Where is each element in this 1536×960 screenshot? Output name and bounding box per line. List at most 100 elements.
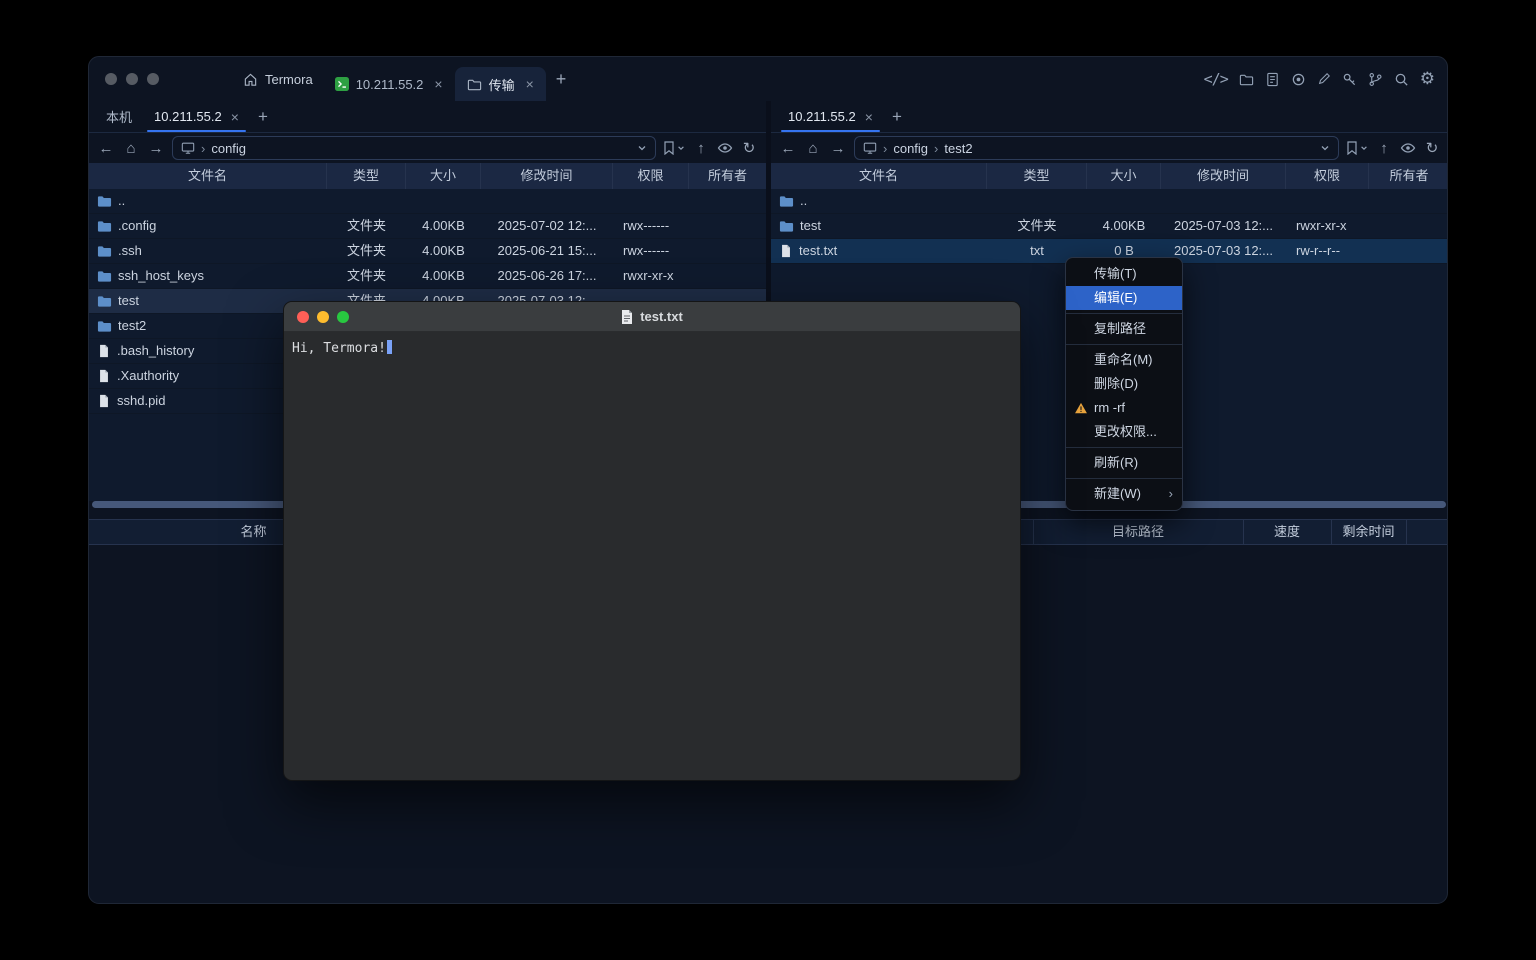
file-name-label: .ssh xyxy=(118,239,142,263)
context-menu-item-rm-rf[interactable]: rm -rf xyxy=(1066,396,1182,420)
file-row-..[interactable]: .. xyxy=(89,189,766,214)
up-directory-icon[interactable]: ↑ xyxy=(1375,141,1393,156)
chevron-down-icon[interactable] xyxy=(637,143,647,153)
home-icon[interactable]: ⌂ xyxy=(804,141,822,156)
dialog-minimize-button[interactable] xyxy=(317,311,329,323)
context-menu-item-delete[interactable]: 删除(D) xyxy=(1066,372,1182,396)
breadcrumb-separator: › xyxy=(201,141,205,156)
branch-icon[interactable] xyxy=(1368,72,1383,87)
forward-icon[interactable]: → xyxy=(147,141,165,156)
breadcrumb-segment[interactable]: config xyxy=(893,141,928,156)
cell-type: 文件夹 xyxy=(327,239,406,263)
context-menu-item-copy-path[interactable]: 复制路径 xyxy=(1066,317,1182,341)
key-icon[interactable] xyxy=(1342,72,1357,87)
cell-perm: rwxr-xr-x xyxy=(1286,214,1369,238)
bookmark-button[interactable] xyxy=(1346,141,1368,155)
log-icon[interactable] xyxy=(1265,72,1280,87)
context-menu-item-transfer[interactable]: 传输(T) xyxy=(1066,262,1182,286)
transfer-col-speed[interactable]: 速度 xyxy=(1243,520,1331,544)
file-row-.ssh[interactable]: .ssh文件夹4.00KB2025-06-21 15:...rwx------ xyxy=(89,239,766,264)
menu-separator xyxy=(1066,478,1182,479)
breadcrumb-segment[interactable]: test2 xyxy=(944,141,972,156)
column-header-5[interactable]: 所有者 xyxy=(689,163,766,189)
column-header-3[interactable]: 修改时间 xyxy=(481,163,613,189)
refresh-icon[interactable]: ↻ xyxy=(740,141,758,156)
titlebar: Termora 10.211.55.2 × 传输 × + </> xyxy=(89,57,1448,101)
forward-icon[interactable]: → xyxy=(829,141,847,156)
window-minimize-button[interactable] xyxy=(126,73,138,85)
show-hidden-icon[interactable] xyxy=(717,140,733,156)
column-header-1[interactable]: 类型 xyxy=(987,163,1087,189)
right-toolbar: ← ⌂ → › config › test2 ↑ xyxy=(771,133,1448,163)
cell-type: 文件夹 xyxy=(327,214,406,238)
folder-icon[interactable] xyxy=(1239,72,1254,87)
tab-transfer[interactable]: 传输 × xyxy=(455,67,546,101)
close-icon[interactable]: × xyxy=(865,109,873,125)
record-icon[interactable] xyxy=(1291,72,1306,87)
transfer-col-destination[interactable]: 目标路径 xyxy=(1033,520,1243,544)
left-breadcrumb[interactable]: › config xyxy=(172,136,656,160)
add-panel-tab-button[interactable]: + xyxy=(250,101,276,132)
context-menu-item-new[interactable]: 新建(W)› xyxy=(1066,482,1182,506)
folder-icon xyxy=(97,244,112,259)
cell-size: 4.00KB xyxy=(406,214,481,238)
file-row-ssh_host_keys[interactable]: ssh_host_keys文件夹4.00KB2025-06-26 17:...r… xyxy=(89,264,766,289)
up-directory-icon[interactable]: ↑ xyxy=(692,141,710,156)
context-menu-item-rename[interactable]: 重命名(M) xyxy=(1066,348,1182,372)
dialog-close-button[interactable] xyxy=(297,311,309,323)
column-header-4[interactable]: 权限 xyxy=(613,163,689,189)
context-menu-item-edit[interactable]: 编辑(E) xyxy=(1066,286,1182,310)
file-row-test[interactable]: test文件夹4.00KB2025-07-03 12:...rwxr-xr-x xyxy=(771,214,1448,239)
chevron-down-icon[interactable] xyxy=(1320,143,1330,153)
back-icon[interactable]: ← xyxy=(779,141,797,156)
cell-size xyxy=(1087,189,1161,213)
editor-titlebar[interactable]: test.txt xyxy=(284,302,1020,332)
code-icon[interactable]: </> xyxy=(1204,70,1228,88)
column-header-5[interactable]: 所有者 xyxy=(1369,163,1448,189)
column-header-0[interactable]: 文件名 xyxy=(89,163,327,189)
transfer-col-remaining[interactable]: 剩余时间 xyxy=(1331,520,1406,544)
search-icon[interactable] xyxy=(1394,72,1409,87)
new-tab-button[interactable]: + xyxy=(546,69,577,90)
file-row-.config[interactable]: .config文件夹4.00KB2025-07-02 12:...rwx----… xyxy=(89,214,766,239)
home-icon[interactable]: ⌂ xyxy=(122,141,140,156)
tab-remote-left[interactable]: 10.211.55.2 × xyxy=(143,101,250,132)
editor-title: test.txt xyxy=(640,309,683,324)
file-row-..[interactable]: .. xyxy=(771,189,1448,214)
window-zoom-button[interactable] xyxy=(147,73,159,85)
column-header-0[interactable]: 文件名 xyxy=(771,163,987,189)
column-header-4[interactable]: 权限 xyxy=(1286,163,1369,189)
column-header-1[interactable]: 类型 xyxy=(327,163,406,189)
cell-owner xyxy=(1369,189,1448,213)
column-header-3[interactable]: 修改时间 xyxy=(1161,163,1286,189)
tab-remote-right[interactable]: 10.211.55.2 × xyxy=(777,101,884,132)
refresh-icon[interactable]: ↻ xyxy=(1423,141,1441,156)
right-breadcrumb[interactable]: › config › test2 xyxy=(854,136,1339,160)
settings-icon[interactable]: ⚙ xyxy=(1420,69,1435,89)
home-icon xyxy=(243,72,258,87)
edit-icon[interactable] xyxy=(1317,72,1331,86)
column-header-2[interactable]: 大小 xyxy=(406,163,481,189)
cell-name: .config xyxy=(89,214,327,238)
context-menu-item-refresh[interactable]: 刷新(R) xyxy=(1066,451,1182,475)
tab-ssh-session[interactable]: 10.211.55.2 × xyxy=(323,67,455,101)
file-name-label: test xyxy=(118,289,139,313)
editor-content-area[interactable]: Hi, Termora! xyxy=(284,332,1020,364)
file-name-label: ssh_host_keys xyxy=(118,264,204,288)
bookmark-button[interactable] xyxy=(663,141,685,155)
close-icon[interactable]: × xyxy=(526,76,534,92)
window-close-button[interactable] xyxy=(105,73,117,85)
context-menu-item-chmod[interactable]: 更改权限... xyxy=(1066,420,1182,444)
tab-local[interactable]: 本机 xyxy=(95,101,143,132)
dialog-zoom-button[interactable] xyxy=(337,311,349,323)
close-icon[interactable]: × xyxy=(231,109,239,125)
show-hidden-icon[interactable] xyxy=(1400,140,1416,156)
menu-item-label: 传输(T) xyxy=(1094,266,1137,281)
add-panel-tab-button[interactable]: + xyxy=(884,101,910,132)
close-icon[interactable]: × xyxy=(434,76,442,92)
back-icon[interactable]: ← xyxy=(97,141,115,156)
column-header-2[interactable]: 大小 xyxy=(1087,163,1161,189)
cell-perm xyxy=(1286,189,1369,213)
breadcrumb-segment[interactable]: config xyxy=(211,141,246,156)
tab-termora-home[interactable]: Termora xyxy=(233,72,323,87)
